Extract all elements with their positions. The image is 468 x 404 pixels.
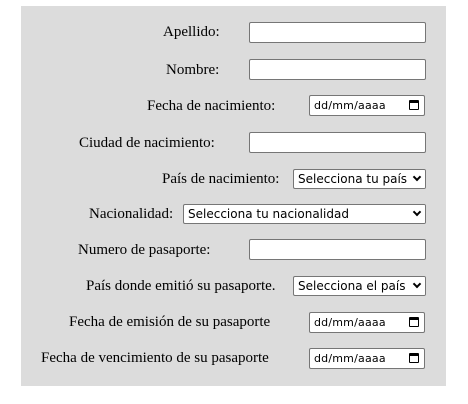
pais-select[interactable]: Selecciona tu país bbox=[293, 169, 426, 189]
pais-emision-select[interactable]: Selecciona el país bbox=[293, 276, 426, 296]
nacionalidad-label: Nacionalidad: bbox=[89, 206, 174, 222]
fecha-emision-placeholder: dd/mm/aaaa bbox=[314, 316, 386, 329]
pais-label: País de nacimiento: bbox=[162, 171, 280, 187]
fecha-emision-label: Fecha de emisión de su pasaporte bbox=[69, 314, 271, 330]
pais-emision-select-value: Selecciona el país bbox=[298, 279, 406, 293]
pasaporte-input[interactable] bbox=[249, 239, 426, 260]
form-panel: Apellido: Nombre: Fecha de nacimiento: d… bbox=[21, 6, 446, 386]
fecha-vencimiento-placeholder: dd/mm/aaaa bbox=[314, 352, 386, 365]
ciudad-label: Ciudad de nacimiento: bbox=[79, 135, 215, 151]
fecha-nacimiento-input[interactable]: dd/mm/aaaa bbox=[309, 95, 425, 116]
fecha-vencimiento-input[interactable]: dd/mm/aaaa bbox=[309, 348, 425, 369]
fecha-nacimiento-placeholder: dd/mm/aaaa bbox=[314, 99, 386, 112]
nombre-input[interactable] bbox=[249, 59, 426, 80]
pais-emision-label: País donde emitió su pasaporte. bbox=[86, 278, 276, 294]
fecha-vencimiento-label: Fecha de vencimiento de su pasaporte bbox=[41, 350, 269, 366]
nacionalidad-select[interactable]: Selecciona tu nacionalidad bbox=[183, 204, 426, 224]
nacionalidad-select-value: Selecciona tu nacionalidad bbox=[188, 207, 349, 221]
calendar-icon[interactable] bbox=[409, 317, 419, 327]
apellido-label: Apellido: bbox=[163, 24, 220, 40]
calendar-icon[interactable] bbox=[409, 100, 419, 110]
pasaporte-label: Numero de pasaporte: bbox=[78, 242, 211, 258]
fecha-emision-input[interactable]: dd/mm/aaaa bbox=[309, 312, 425, 333]
apellido-input[interactable] bbox=[249, 22, 426, 43]
ciudad-input[interactable] bbox=[249, 132, 426, 153]
pais-select-value: Selecciona tu país bbox=[298, 172, 408, 186]
nombre-label: Nombre: bbox=[166, 62, 220, 78]
fecha-nacimiento-label: Fecha de nacimiento: bbox=[147, 98, 276, 114]
calendar-icon[interactable] bbox=[409, 353, 419, 363]
